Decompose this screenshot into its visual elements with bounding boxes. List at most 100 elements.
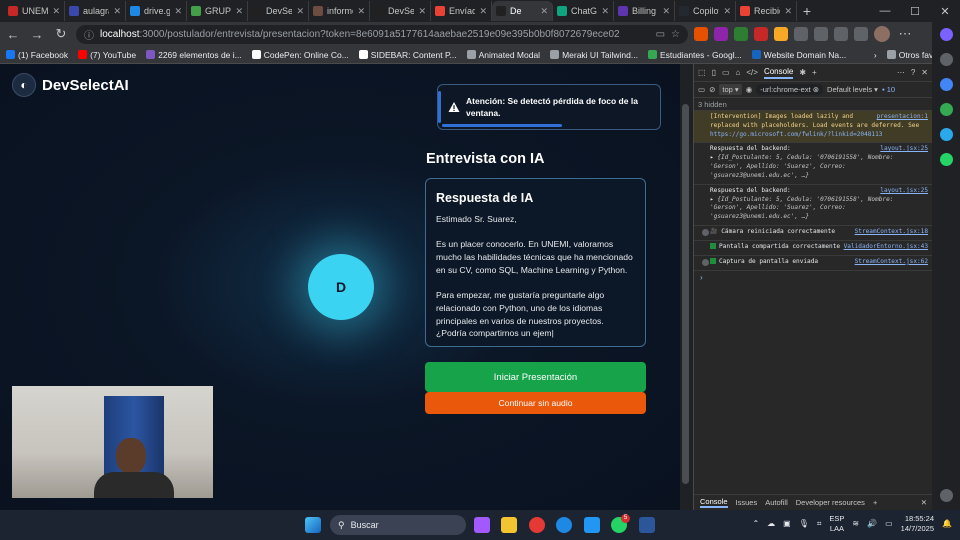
opera-icon[interactable] — [529, 517, 545, 533]
bug-icon[interactable]: ✱ — [799, 68, 806, 77]
bookmark-item[interactable]: Estudiantes - Googl... — [647, 50, 742, 60]
more-tools-icon[interactable]: ⋯ — [897, 68, 905, 77]
favorites-icon[interactable] — [834, 27, 848, 41]
collections-icon[interactable] — [854, 27, 868, 41]
browser-tab[interactable]: Billing ✕ — [614, 1, 675, 21]
puzzle-icon[interactable] — [794, 27, 808, 41]
extension-icon[interactable] — [694, 27, 708, 41]
close-tab-icon[interactable]: ✕ — [540, 6, 548, 17]
browser-tab[interactable]: Copilot ✕ — [675, 1, 736, 21]
console-prompt[interactable]: › — [694, 271, 932, 284]
close-tab-icon[interactable]: ✕ — [662, 6, 670, 17]
forward-icon[interactable]: → — [28, 27, 46, 42]
page-scrollbar[interactable] — [680, 64, 692, 510]
log-source-link[interactable]: layout.jsx:25 — [880, 145, 928, 154]
sidebar-icon[interactable]: ▭ — [698, 85, 705, 94]
extension-icon[interactable] — [754, 27, 768, 41]
issues-counter[interactable]: ▪ 10 — [882, 85, 895, 94]
volume-icon[interactable]: 🔊 — [867, 519, 877, 528]
device-icon[interactable]: ▯ — [712, 68, 716, 77]
browser-tab[interactable]: aulagra ✕ — [65, 1, 126, 21]
drawer-tab-console[interactable]: Console — [700, 497, 728, 508]
close-tab-icon[interactable]: ✕ — [113, 6, 121, 17]
add-drawer-tab-icon[interactable]: + — [873, 498, 877, 507]
address-bar[interactable]: ⓘ localhost:3000/postulador/entrevista/p… — [76, 24, 688, 44]
close-tab-icon[interactable]: ✕ — [357, 6, 365, 17]
close-devtools-icon[interactable]: ✕ — [921, 68, 928, 77]
close-tab-icon[interactable]: ✕ — [479, 6, 487, 17]
log-source-link[interactable]: StreamContext.jsx:62 — [855, 258, 928, 267]
more-menu-icon[interactable]: ⋯ — [896, 26, 914, 42]
browser-tab[interactable]: De ✕ — [492, 1, 553, 21]
log-object[interactable]: {Id_Postulante: 5, Cedula: '0706191558',… — [710, 154, 893, 179]
inspect-icon[interactable]: ⬚ — [698, 68, 706, 77]
bookmark-item[interactable]: Animated Modal — [466, 50, 540, 60]
log-source-link[interactable]: presentacion:1 — [877, 113, 928, 122]
expand-object-icon[interactable]: ▸ — [710, 154, 714, 161]
avatar[interactable] — [874, 26, 890, 42]
close-tab-icon[interactable]: ✕ — [784, 6, 792, 17]
browser-tab[interactable]: GRUPO✕ — [187, 1, 248, 21]
elements-icon[interactable]: </> — [746, 68, 758, 77]
browser-tab[interactable]: Recibid ✕ — [736, 1, 797, 21]
new-tab-button[interactable]: + — [797, 3, 817, 19]
tab-console[interactable]: Console — [763, 67, 794, 79]
shield-icon[interactable] — [734, 27, 748, 41]
reload-icon[interactable]: ↻ — [52, 26, 70, 42]
log-object[interactable]: {Id_Postulante: 5, Cedula: '0706191558',… — [710, 196, 893, 221]
app-logo[interactable]: ◐ DevSelectAI — [12, 73, 129, 97]
close-window-icon[interactable]: ✕ — [930, 0, 960, 22]
continue-without-audio-button[interactable]: Continuar sin audio — [425, 392, 646, 414]
search-icon[interactable] — [939, 53, 953, 66]
context-selector[interactable]: top ▾ — [719, 84, 742, 95]
taskbar-search[interactable]: ⚲ Buscar — [330, 515, 466, 535]
copilot-icon[interactable] — [939, 28, 953, 41]
browser-tab[interactable]: ChatGP✕ — [553, 1, 614, 21]
close-tab-icon[interactable]: ✕ — [601, 6, 609, 17]
bookmark-item[interactable]: (1) Facebook — [6, 50, 68, 60]
add-tab-icon[interactable]: + — [812, 68, 817, 77]
bookmark-item[interactable]: 2269 elementos de i... — [146, 50, 242, 60]
filter-input[interactable]: -url:chrome-ext ⊗ — [756, 84, 824, 95]
close-tab-icon[interactable]: ✕ — [52, 6, 60, 17]
extension-icon[interactable] — [714, 27, 728, 41]
word-icon[interactable] — [639, 517, 655, 533]
close-drawer-icon[interactable]: ✕ — [921, 498, 927, 507]
teams-icon[interactable]: ▣ — [783, 519, 791, 528]
copilot-app-icon[interactable] — [474, 517, 490, 533]
home-icon[interactable]: ⌂ — [736, 68, 741, 77]
bookmarks-overflow-icon[interactable]: › — [874, 50, 877, 60]
log-levels-dropdown[interactable]: Default levels ▾ — [827, 85, 878, 94]
clock[interactable]: 18:55:24 14/7/2025 — [901, 514, 934, 534]
bookmark-star-icon[interactable]: ☆ — [671, 29, 680, 40]
site-info-icon[interactable]: ⓘ — [84, 27, 94, 42]
bookmark-item[interactable]: CodePen: Online Co... — [251, 50, 349, 60]
close-tab-icon[interactable]: ✕ — [174, 6, 182, 17]
tray-overflow-icon[interactable]: ⌃ — [752, 519, 759, 528]
bookmark-item[interactable]: SIDEBAR: Content P... — [358, 50, 457, 60]
eye-icon[interactable]: ◉ — [746, 85, 753, 94]
telegram-icon[interactable] — [939, 128, 953, 141]
url-text[interactable]: localhost:3000/postulador/entrevista/pre… — [100, 29, 650, 40]
log-source-link[interactable]: layout.jsx:25 — [880, 187, 928, 196]
start-icon[interactable] — [305, 517, 321, 533]
browser-tab[interactable]: UNEMI ✕ — [4, 1, 65, 21]
cast-icon[interactable]: ▭ — [656, 29, 665, 40]
language-indicator[interactable]: ESP LAA — [829, 514, 844, 534]
browser-tab[interactable]: drive.g ✕ — [126, 1, 187, 21]
shopping-icon[interactable] — [939, 78, 953, 91]
scrollbar-thumb[interactable] — [682, 104, 689, 484]
log-source-link[interactable]: StreamContext.jsx:18 — [855, 228, 928, 237]
warning-link[interactable]: https://go.microsoft.com/fwlink/?linkid=… — [710, 131, 882, 138]
mic-icon[interactable]: 🎙 — [799, 519, 809, 528]
edge-icon[interactable] — [556, 517, 572, 533]
minimize-icon[interactable]: — — [870, 0, 900, 22]
wifi-icon[interactable]: ≋ — [852, 519, 859, 528]
whatsapp-icon[interactable] — [939, 153, 953, 166]
expand-object-icon[interactable]: ▸ — [710, 196, 714, 203]
browser-tab[interactable]: Envíad ✕ — [431, 1, 492, 21]
help-icon[interactable]: ? — [911, 68, 915, 77]
close-tab-icon[interactable]: ✕ — [296, 6, 304, 17]
back-icon[interactable]: ← — [4, 27, 22, 42]
close-tab-icon[interactable]: ✕ — [418, 6, 426, 17]
